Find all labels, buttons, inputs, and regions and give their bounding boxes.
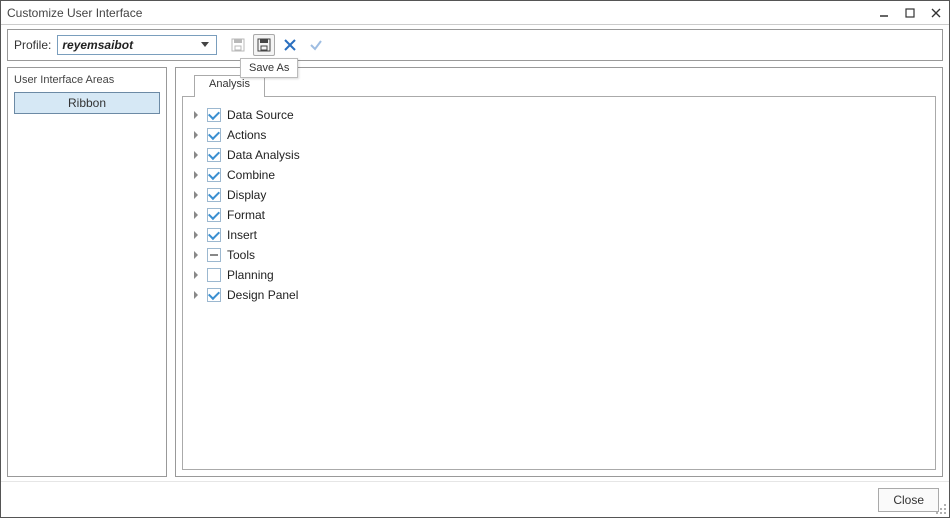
tree-item: Design Panel: [191, 285, 927, 305]
tree-checkbox[interactable]: [207, 248, 221, 262]
expand-icon[interactable]: [191, 210, 201, 220]
profile-value: reyemsaibot: [62, 38, 198, 52]
resize-grip[interactable]: [935, 503, 947, 515]
save-button[interactable]: [227, 34, 249, 56]
tree-checkbox[interactable]: [207, 208, 221, 222]
tree-label: Actions: [227, 128, 266, 142]
tree-checkbox[interactable]: [207, 128, 221, 142]
tree-item: Display: [191, 185, 927, 205]
window-buttons: [877, 6, 943, 20]
ribbon-area-label: Ribbon: [68, 96, 106, 110]
content: Profile: reyemsaibot: [1, 25, 949, 481]
ui-areas-panel: User Interface Areas Ribbon: [7, 67, 167, 477]
profile-bar: Profile: reyemsaibot: [7, 29, 943, 61]
tree-label: Display: [227, 188, 266, 202]
expand-icon[interactable]: [191, 230, 201, 240]
tree-item: Insert: [191, 225, 927, 245]
tree-checkbox[interactable]: [207, 228, 221, 242]
tree-content: Data Source Actions Data Analysis Combine Di…: [182, 96, 936, 470]
save-as-button[interactable]: [253, 34, 275, 56]
expand-icon[interactable]: [191, 290, 201, 300]
window-title: Customize User Interface: [7, 6, 877, 20]
tree-item: Actions: [191, 125, 927, 145]
tree-label: Format: [227, 208, 265, 222]
footer: Close: [1, 481, 949, 517]
close-button-label: Close: [893, 493, 924, 507]
tree-checkbox[interactable]: [207, 188, 221, 202]
expand-icon[interactable]: [191, 110, 201, 120]
profile-toolbar: [227, 34, 327, 56]
close-button[interactable]: Close: [878, 488, 939, 512]
delete-button[interactable]: [279, 34, 301, 56]
tree-checkbox[interactable]: [207, 168, 221, 182]
expand-icon[interactable]: [191, 250, 201, 260]
tree-label: Combine: [227, 168, 275, 182]
save-as-tooltip: Save As: [240, 58, 298, 78]
tree-label: Tools: [227, 248, 255, 262]
maximize-button[interactable]: [903, 6, 917, 20]
tree-item: Tools: [191, 245, 927, 265]
expand-icon[interactable]: [191, 130, 201, 140]
window-root: Customize User Interface Profile: reyems…: [0, 0, 950, 518]
profile-label: Profile:: [14, 38, 51, 52]
expand-icon[interactable]: [191, 170, 201, 180]
tree-item: Format: [191, 205, 927, 225]
titlebar: Customize User Interface: [1, 1, 949, 25]
tree-item: Data Source: [191, 105, 927, 125]
tree-checkbox[interactable]: [207, 108, 221, 122]
ui-areas-title: User Interface Areas: [14, 74, 160, 86]
tree-item: Data Analysis: [191, 145, 927, 165]
tree-item: Planning: [191, 265, 927, 285]
expand-icon[interactable]: [191, 190, 201, 200]
tree-label: Planning: [227, 268, 274, 282]
tree-item: Combine: [191, 165, 927, 185]
configuration-panel: Analysis Data Source Actions Data Analysis…: [175, 67, 943, 477]
tree-label: Data Analysis: [227, 148, 300, 162]
tree-checkbox[interactable]: [207, 268, 221, 282]
main-split: User Interface Areas Ribbon Analysis Dat…: [7, 67, 943, 477]
tree-checkbox[interactable]: [207, 288, 221, 302]
tree-label: Data Source: [227, 108, 294, 122]
ribbon-area-button[interactable]: Ribbon: [14, 92, 160, 114]
tab-analysis[interactable]: Analysis: [194, 75, 265, 97]
expand-icon[interactable]: [191, 270, 201, 280]
tree-checkbox[interactable]: [207, 148, 221, 162]
dropdown-arrow-icon: [198, 42, 212, 48]
tree-label: Design Panel: [227, 288, 298, 302]
expand-icon[interactable]: [191, 150, 201, 160]
minimize-button[interactable]: [877, 6, 891, 20]
apply-button[interactable]: [305, 34, 327, 56]
close-window-button[interactable]: [929, 6, 943, 20]
profile-select[interactable]: reyemsaibot: [57, 35, 217, 55]
tab-analysis-label: Analysis: [209, 78, 250, 90]
tree-label: Insert: [227, 228, 257, 242]
